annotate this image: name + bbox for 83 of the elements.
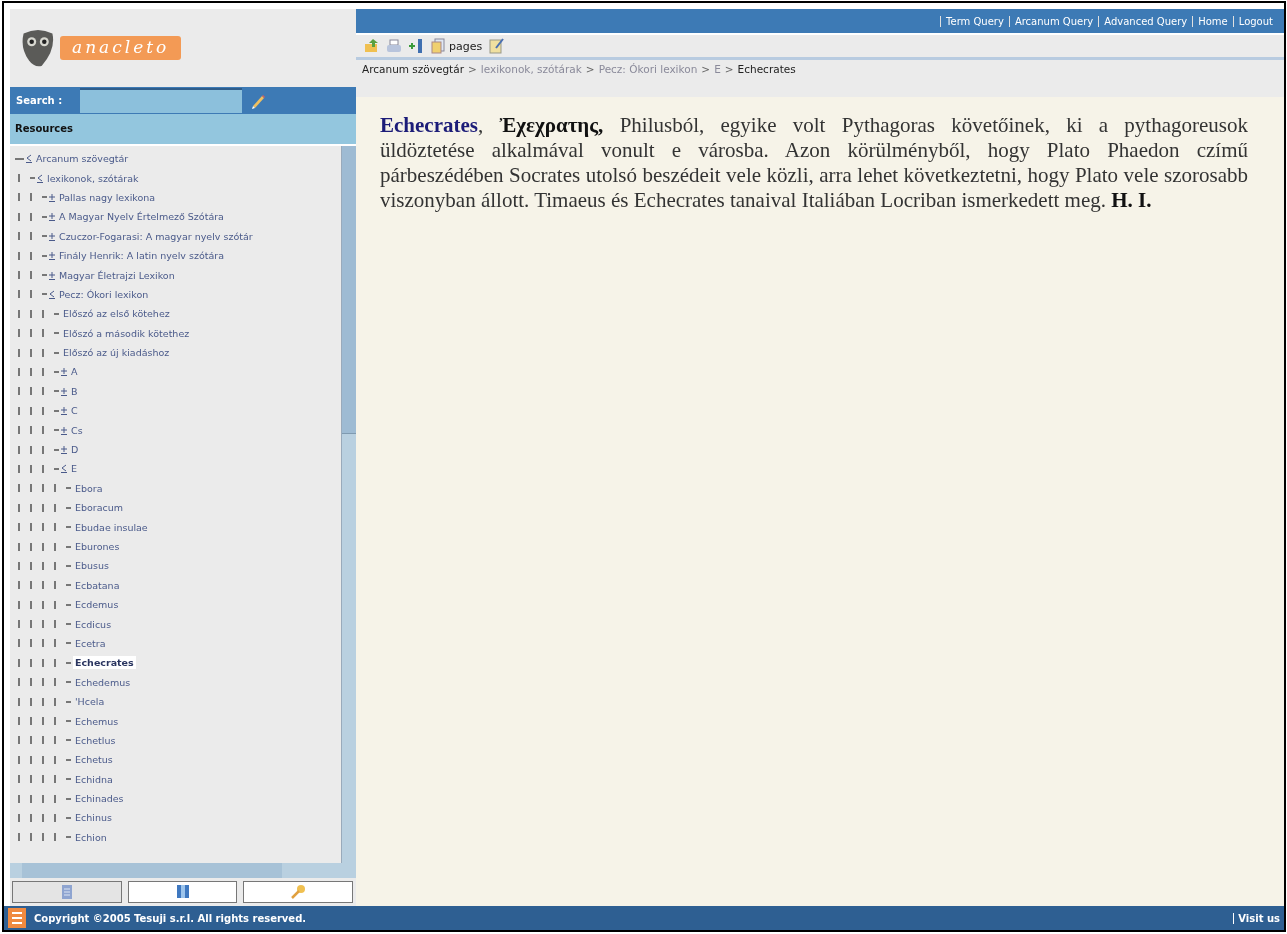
book-icon	[175, 884, 190, 900]
nav-link[interactable]: Home	[1192, 15, 1233, 27]
breadcrumb-separator: >	[467, 63, 477, 75]
tree-item[interactable]: Eboracum	[73, 501, 126, 515]
document-icon	[60, 884, 73, 900]
tree-item[interactable]: Előszó az első kötehez	[61, 307, 172, 321]
tree-item[interactable]: C	[69, 404, 80, 418]
add-bookmark-icon[interactable]	[408, 38, 424, 54]
breadcrumb-link[interactable]: Arcanum szövegtár	[362, 63, 464, 75]
up-folder-icon[interactable]	[364, 38, 380, 54]
expand-icon[interactable]	[61, 386, 67, 396]
key-icon	[290, 884, 307, 900]
key-tab[interactable]	[243, 881, 353, 903]
expand-icon[interactable]	[61, 406, 67, 416]
pencil-icon[interactable]	[250, 92, 266, 109]
tree-item[interactable]: Echedemus	[73, 675, 133, 689]
expand-icon[interactable]	[49, 231, 55, 241]
expand-icon[interactable]	[49, 212, 55, 222]
tree-item[interactable]: Ebusus	[73, 559, 111, 573]
tree-item[interactable]: Echinus	[73, 811, 114, 825]
expand-icon[interactable]	[61, 425, 67, 435]
tree-item[interactable]: 'Hcela	[73, 695, 107, 709]
expand-icon[interactable]	[49, 251, 55, 261]
tree-item[interactable]: Echemus	[73, 714, 121, 728]
tree-item[interactable]: Arcanum szövegtár	[34, 152, 131, 166]
footer-logo-icon	[8, 908, 26, 928]
resources-header: Resources	[10, 114, 356, 146]
nav-link[interactable]: Advanced Query	[1098, 15, 1193, 27]
tree-item[interactable]: Echetlus	[73, 733, 118, 747]
collapse-icon[interactable]	[61, 464, 67, 474]
tree-item[interactable]: E	[69, 462, 79, 476]
mask-logo-icon	[20, 28, 56, 68]
visit-link[interactable]: Visit us	[1233, 912, 1280, 924]
tree-item[interactable]: Pecz: Ókori lexikon	[57, 287, 151, 301]
search-label: Search :	[15, 95, 64, 106]
breadcrumb-link[interactable]: Echecrates	[737, 63, 796, 75]
tree-item[interactable]: lexikonok, szótárak	[45, 171, 141, 185]
tree-item[interactable]: Cs	[69, 423, 85, 437]
tree-item[interactable]: Echecrates	[73, 656, 136, 670]
tree-item[interactable]: Ebora	[73, 481, 105, 495]
tree-item[interactable]: Magyar Életrajzi Lexikon	[57, 268, 177, 282]
logo-wordmark: anacleto	[60, 36, 182, 60]
tree-item[interactable]: B	[69, 384, 80, 398]
nav-link[interactable]: Term Query	[940, 15, 1009, 27]
collapse-icon[interactable]	[37, 173, 43, 183]
tree-item[interactable]: Echinades	[73, 792, 126, 806]
collapse-icon[interactable]	[49, 289, 55, 299]
tree-item[interactable]: Ecdemus	[73, 598, 121, 612]
tree-item[interactable]: Echidna	[73, 772, 115, 786]
tree-item[interactable]: Echion	[73, 830, 109, 844]
tree-item[interactable]: Ecdicus	[73, 617, 114, 631]
vertical-scrollbar[interactable]	[341, 146, 356, 863]
document-tab[interactable]	[12, 881, 122, 903]
tree-item[interactable]: Ecetra	[73, 636, 108, 650]
tree-item[interactable]: Ecbatana	[73, 578, 122, 592]
tree-item[interactable]: D	[69, 443, 81, 457]
pages-label[interactable]: pages	[449, 39, 483, 53]
nav-link[interactable]: Logout	[1232, 15, 1278, 27]
tree-item[interactable]: Finály Henrik: A latin nyelv szótára	[57, 249, 226, 263]
copyright-text: Copyright ©2005 Tesuji s.r.l. All rights reserved.	[34, 912, 308, 924]
tree-item[interactable]: Pallas nagy lexikona	[57, 190, 158, 204]
tree-item[interactable]: Czuczor-Fogarasi: A magyar nyelv szótár	[57, 229, 255, 243]
tree-item[interactable]: Előszó az új kiadáshoz	[61, 346, 172, 360]
nav-link[interactable]: Arcanum Query	[1008, 15, 1099, 27]
tree-item[interactable]: Eburones	[73, 540, 122, 553]
tree-item[interactable]: A Magyar Nyelv Értelmező Szótára	[57, 210, 226, 224]
expand-icon[interactable]	[61, 367, 67, 377]
tree-item[interactable]: Ebudae insulae	[73, 520, 150, 534]
expand-icon[interactable]	[49, 270, 55, 280]
notepad-icon[interactable]	[488, 38, 505, 54]
article-text: Echecrates, Ἐχεχρατης, Philusból, egyike volt Pythagoras követőinek, ki a pythagoreusok üldöztetése alkalmával vonult e városba. Azon körülményből, hogy Plato Phaedon czímű párbeszédében Socrates utolsó beszédeit vele közli, arra lehet következtetni, hogy Plato vele szorosabb viszonyban állott. Timaeus és Echecrates tanaival Italiában Locriban ismerkedett meg. H. I.	[380, 113, 1248, 213]
breadcrumb-separator: >	[585, 63, 595, 75]
tree-item[interactable]: Előszó a második kötethez	[61, 326, 192, 340]
book-tab[interactable]	[127, 881, 238, 903]
expand-icon[interactable]	[49, 192, 55, 202]
search-field[interactable]	[80, 88, 242, 113]
tree-item[interactable]: A	[69, 365, 80, 379]
expand-icon[interactable]	[61, 445, 67, 455]
breadcrumb-separator: >	[724, 63, 734, 75]
collapse-icon[interactable]	[26, 154, 32, 164]
horizontal-scrollbar[interactable]	[10, 863, 356, 878]
tree-item[interactable]: Echetus	[73, 753, 115, 767]
breadcrumb-separator: >	[701, 63, 711, 75]
